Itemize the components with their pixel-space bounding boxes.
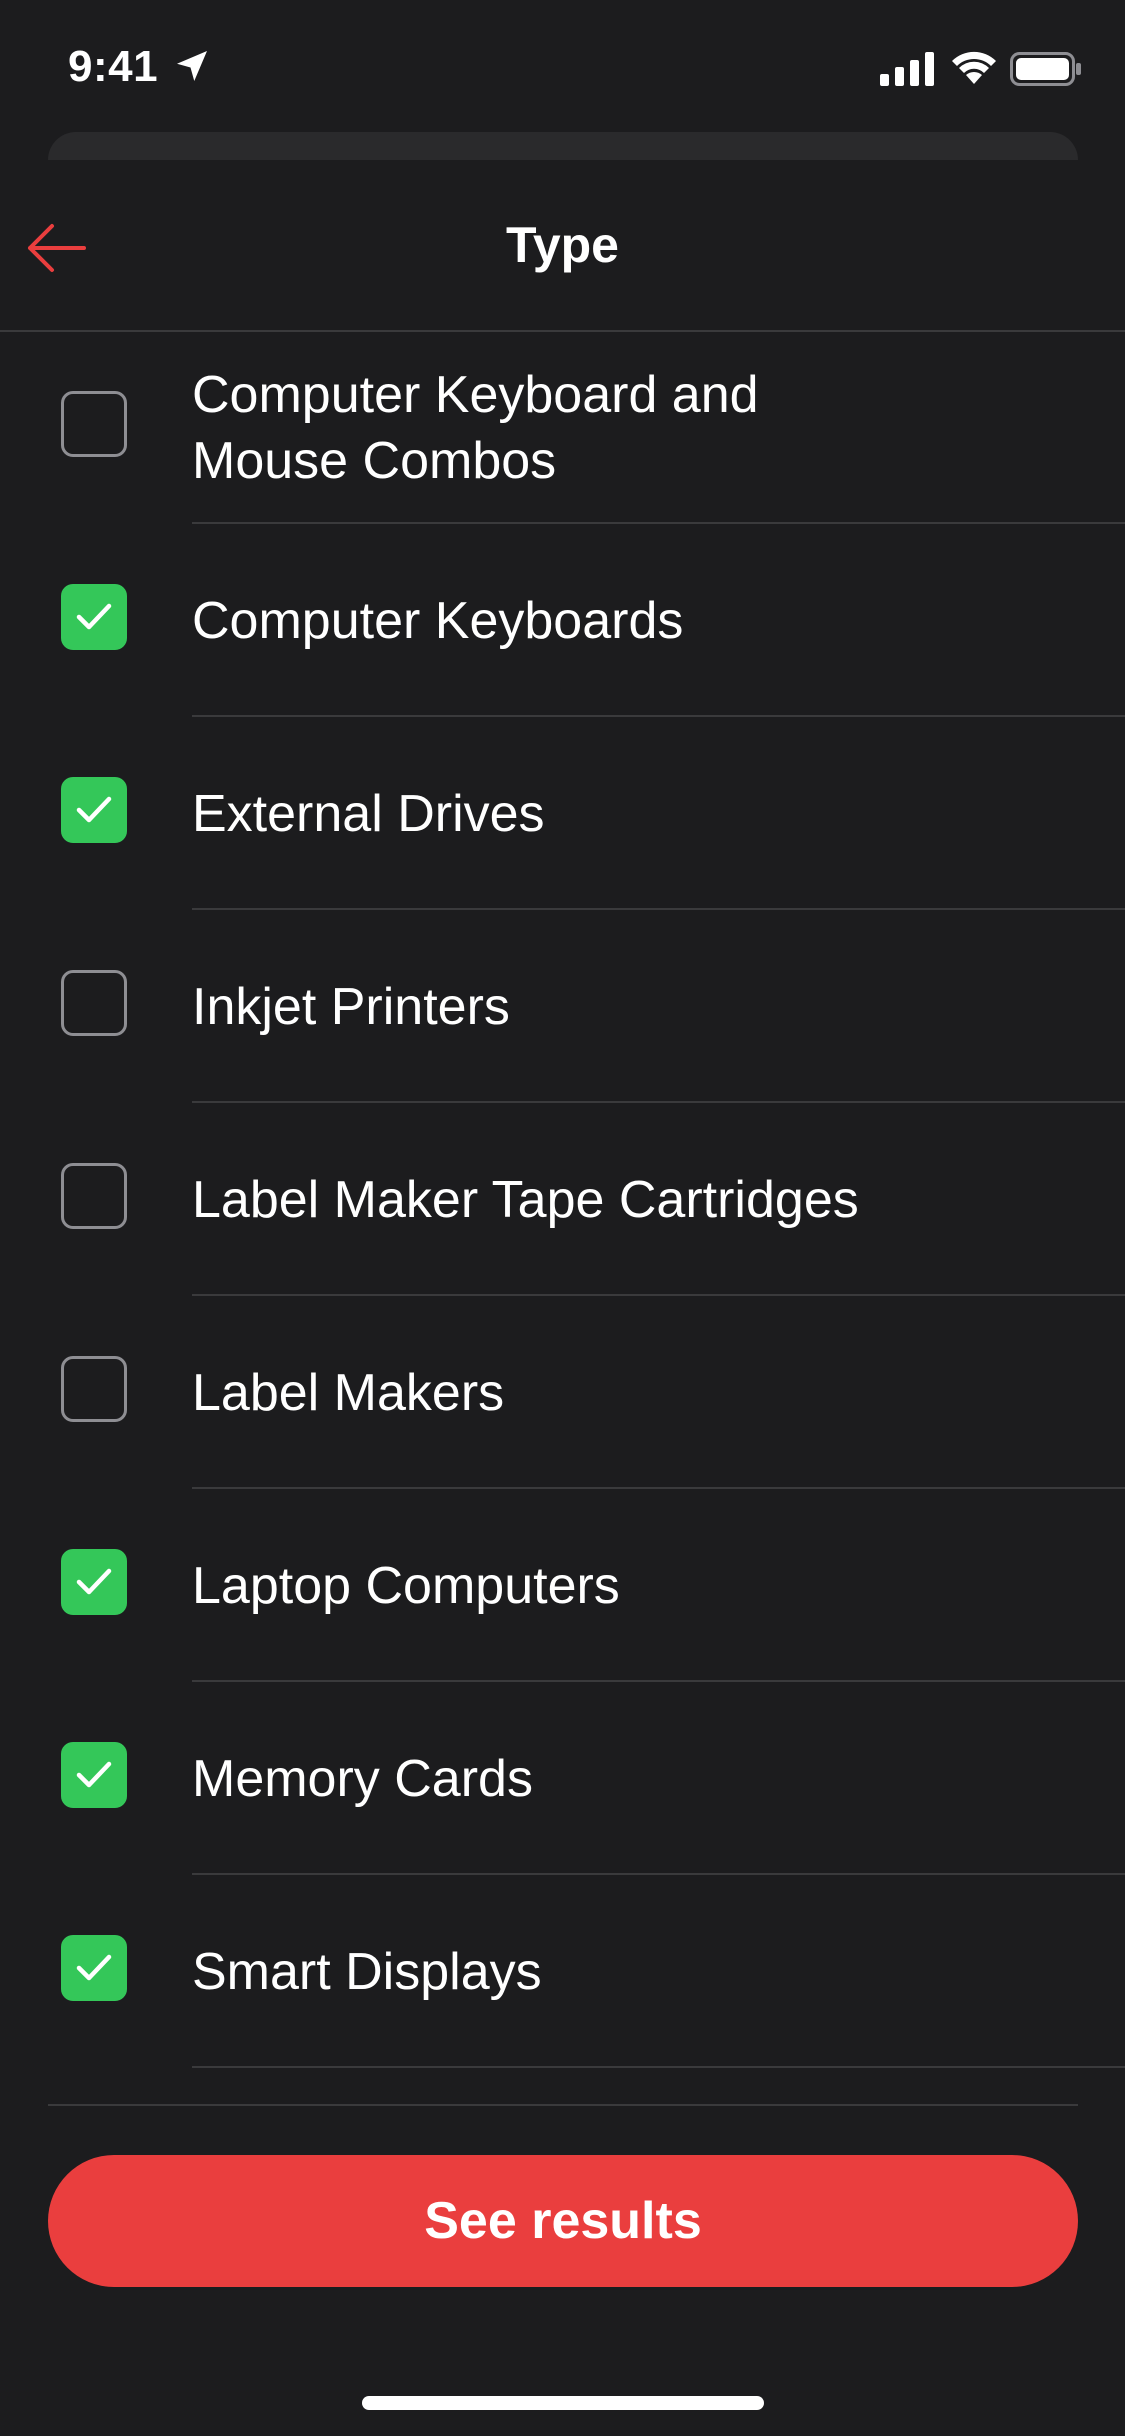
- list-item-label: Computer Keyboards: [192, 591, 684, 650]
- checkbox[interactable]: [61, 584, 127, 650]
- list-item-label: Label Maker Tape Cartridges: [192, 1170, 859, 1229]
- checkmark-icon: [76, 796, 112, 823]
- list-item[interactable]: Computer Keyboard and Mouse Combos: [0, 331, 1125, 524]
- list-item[interactable]: External Drives: [0, 717, 1125, 910]
- checkmark-icon: [76, 1761, 112, 1788]
- list-item-label: Label Makers: [192, 1363, 505, 1422]
- list-item-label: Smart Displays: [192, 1942, 542, 2001]
- status-time: 9:41: [68, 42, 159, 91]
- list-item[interactable]: Label Maker Tape Cartridges: [0, 1103, 1125, 1296]
- checkbox[interactable]: [61, 777, 127, 843]
- status-bar: 9:41: [0, 0, 1125, 132]
- list-item[interactable]: Label Makers: [0, 1296, 1125, 1489]
- list-item[interactable]: Smart Displays: [0, 1875, 1125, 2068]
- list-item[interactable]: Memory Cards: [0, 1682, 1125, 1875]
- sheet-grabber-area: [48, 132, 1078, 160]
- list-item[interactable]: Inkjet Printers: [0, 910, 1125, 1103]
- type-filter-list: Computer Keyboard and Mouse Combos Compu…: [0, 331, 1125, 2068]
- list-item[interactable]: Computer Keyboards: [0, 524, 1125, 717]
- list-item-label: Inkjet Printers: [192, 977, 510, 1036]
- checkbox[interactable]: [61, 1935, 127, 2001]
- location-arrow-icon: [177, 51, 207, 81]
- checkbox[interactable]: [61, 1742, 127, 1808]
- checkmark-icon: [76, 1954, 112, 1981]
- checkbox[interactable]: [61, 970, 127, 1036]
- see-results-button[interactable]: See results: [48, 2155, 1078, 2287]
- checkbox[interactable]: [61, 1549, 127, 1615]
- list-item-label: Memory Cards: [192, 1749, 533, 1808]
- checkmark-icon: [76, 1568, 112, 1595]
- list-item[interactable]: Laptop Computers: [0, 1489, 1125, 1682]
- divider: [192, 2066, 1125, 2068]
- checkbox[interactable]: [61, 1163, 127, 1229]
- navigation-header: Type: [0, 172, 1125, 332]
- wifi-icon: [952, 51, 996, 84]
- list-item-label: Laptop Computers: [192, 1556, 620, 1615]
- cellular-signal-icon: [880, 52, 934, 86]
- footer-divider: [48, 2104, 1078, 2106]
- home-indicator[interactable]: [362, 2396, 764, 2410]
- checkbox[interactable]: [61, 391, 127, 457]
- list-item-label: External Drives: [192, 784, 545, 843]
- page-title: Type: [506, 217, 619, 273]
- checkmark-icon: [76, 603, 112, 630]
- checkbox[interactable]: [61, 1356, 127, 1422]
- list-item-label: Computer Keyboard and Mouse Combos: [192, 365, 759, 490]
- battery-icon: [1010, 52, 1081, 86]
